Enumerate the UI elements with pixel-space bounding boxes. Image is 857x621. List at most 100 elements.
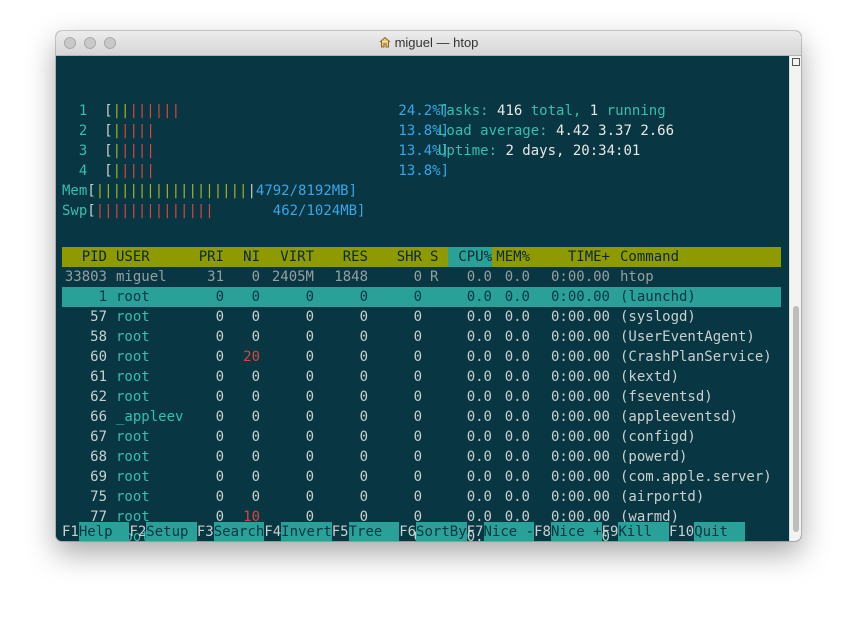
fkey-f2-label[interactable]: Setup: [146, 522, 197, 541]
process-row[interactable]: 75 root 0 0 0 0 0 0.0 0.0 0:00.00 (airportd): [62, 487, 781, 507]
load-15: 2.66: [640, 123, 675, 139]
load-5: 3.37: [598, 123, 632, 139]
swp-value: 462/1024MB]: [272, 203, 366, 219]
fkey-f6-label[interactable]: SortBy: [416, 522, 467, 541]
menu-icon[interactable]: [792, 58, 800, 66]
fkey-f5[interactable]: F5: [332, 522, 349, 541]
process-ni: 20: [243, 349, 260, 365]
col-virt-header[interactable]: VIRT: [262, 247, 314, 267]
col-ni-header[interactable]: NI: [228, 247, 260, 267]
process-pid: 75: [90, 489, 107, 505]
process-command: (com.apple.server): [620, 469, 772, 485]
process-row[interactable]: 57 root 0 0 0 0 0 0.0 0.0 0:00.00 (syslogd): [62, 307, 781, 327]
fkey-f1[interactable]: F1: [62, 522, 79, 541]
process-virt: 0: [305, 369, 314, 385]
cpu-meter-bars-high: ||||||: [129, 103, 181, 119]
process-row[interactable]: 60 root 0 20 0 0 0 0.0 0.0 0:00.00 (CrashPlanServi…: [62, 347, 781, 367]
scrollbar-thumb[interactable]: [793, 306, 799, 532]
fkey-f7-label[interactable]: Nice -: [483, 522, 535, 541]
col-user-header[interactable]: USER: [116, 247, 150, 267]
process-table-header[interactable]: PID USER PRI NI VIRT RES SHR S CPU% MEM%…: [62, 247, 781, 267]
process-shr: 0: [413, 409, 422, 425]
process-ni: 0: [251, 329, 260, 345]
fkey-f6[interactable]: F6: [399, 522, 416, 541]
process-pri: 0: [215, 469, 224, 485]
process-row[interactable]: 67 root 0 0 0 0 0 0.0 0.0 0:00.00 (configd): [62, 427, 781, 447]
process-time: 0:00.00: [550, 389, 610, 405]
fkey-f4-label[interactable]: Invert: [281, 522, 332, 541]
uptime-meter: Uptime: 2 days, 20:34:01: [438, 141, 640, 161]
process-row[interactable]: 69 root 0 0 0 0 0 0.0 0.0 0:00.00 (com.apple.serve…: [62, 467, 781, 487]
col-shr-header[interactable]: SHR: [370, 247, 422, 267]
col-state-header[interactable]: S: [430, 247, 438, 267]
process-pri: 0: [215, 349, 224, 365]
process-pri: 0: [215, 329, 224, 345]
fkey-f9[interactable]: F9: [602, 522, 619, 541]
process-shr: 0: [413, 289, 422, 305]
process-shr: 0: [413, 469, 422, 485]
fkey-f1-label[interactable]: Help: [78, 522, 130, 541]
process-row[interactable]: 61 root 0 0 0 0 0 0.0 0.0 0:00.00 (kextd): [62, 367, 781, 387]
process-mem: 0.0: [504, 429, 530, 445]
col-res-header[interactable]: RES: [316, 247, 368, 267]
process-time: 0:00.00: [550, 369, 610, 385]
uptime-value: 2 days, 20:34:01: [505, 143, 641, 159]
process-user: root: [116, 369, 150, 385]
process-row[interactable]: 68 root 0 0 0 0 0 0.0 0.0 0:00.00 (powerd): [62, 447, 781, 467]
process-command: (kextd): [620, 369, 680, 385]
col-pid-header[interactable]: PID: [62, 247, 107, 267]
process-time: 0:00.00: [550, 409, 610, 425]
process-row[interactable]: 58 root 0 0 0 0 0 0.0 0.0 0:00.00 (UserEventAgent): [62, 327, 781, 347]
col-cpu-header[interactable]: CPU%: [448, 247, 492, 267]
cpu-meter-percent: 13.4%]: [398, 143, 449, 159]
process-virt: 0: [305, 489, 314, 505]
terminal-window: miguel — htop 1 [|||||||| 24.2%] 2 [|||||…: [56, 31, 801, 541]
process-mem: 0.0: [504, 409, 530, 425]
process-row[interactable]: 62 root 0 0 0 0 0 0.0 0.0 0:00.00 (fseventsd): [62, 387, 781, 407]
process-s: R: [430, 269, 439, 285]
fkey-f5-label[interactable]: Tree: [348, 522, 400, 541]
col-time-header[interactable]: TIME+: [532, 247, 610, 267]
htop-screen[interactable]: 1 [|||||||| 24.2%] 2 [||||| 13.8%] 3 [||||…: [56, 56, 801, 541]
process-row[interactable]: 33803 miguel 31 0 2405M 1848 0 R 0.0 0.0 0:00.00 ht…: [62, 267, 781, 287]
process-pid: 62: [90, 389, 107, 405]
fkey-f3[interactable]: F3: [197, 522, 214, 541]
process-pri: 0: [215, 429, 224, 445]
process-mem: 0.0: [504, 489, 530, 505]
process-virt: 0: [305, 429, 314, 445]
col-pri-header[interactable]: PRI: [186, 247, 224, 267]
tasks-total-suffix: total,: [530, 103, 582, 119]
scrollbar[interactable]: [789, 56, 801, 541]
process-res: 0: [359, 409, 368, 425]
process-virt: 0: [305, 389, 314, 405]
col-mem-header[interactable]: MEM%: [494, 247, 530, 267]
process-user: root: [116, 449, 150, 465]
process-time: 0:00.00: [550, 309, 610, 325]
process-command: (syslogd): [620, 309, 696, 325]
fkey-f10[interactable]: F10: [669, 522, 694, 541]
process-res: 0: [359, 449, 368, 465]
fkey-f3-label[interactable]: Search: [213, 522, 265, 541]
process-pri: 0: [215, 389, 224, 405]
process-command: (CrashPlanService): [620, 349, 772, 365]
process-row[interactable]: 1 root 0 0 0 0 0 0.0 0.0 0:00.00 (launchd): [62, 287, 781, 307]
fkey-f10-label[interactable]: Quit: [694, 522, 745, 541]
col-command-header[interactable]: Command: [620, 247, 679, 267]
cpu-meter-percent: 13.8%]: [398, 123, 449, 139]
fkey-f4[interactable]: F4: [264, 522, 281, 541]
fkey-f8[interactable]: F8: [534, 522, 551, 541]
process-virt: 0: [305, 409, 314, 425]
fkey-f2[interactable]: F2: [129, 522, 146, 541]
tasks-total: 416: [497, 103, 523, 119]
fkey-f8-label[interactable]: Nice +: [550, 522, 602, 541]
process-shr: 0: [413, 389, 422, 405]
process-virt: 0: [305, 329, 314, 345]
mem-value: 4792/8192MB]: [255, 183, 358, 199]
fkey-f9-label[interactable]: Kill: [618, 522, 669, 541]
fkey-f7[interactable]: F7: [467, 522, 484, 541]
cpu-meter-2: 2 [||||| 13.8%]: [78, 123, 449, 139]
process-row[interactable]: 66 _appleev 0 0 0 0 0 0.0 0.0 0:00.00 (appleevents…: [62, 407, 781, 427]
process-mem: 0.0: [504, 269, 530, 285]
process-ni: 0: [251, 369, 260, 385]
mem-meter: Mem[|||||||||||||||||||4792/8192MB]: [62, 183, 358, 199]
